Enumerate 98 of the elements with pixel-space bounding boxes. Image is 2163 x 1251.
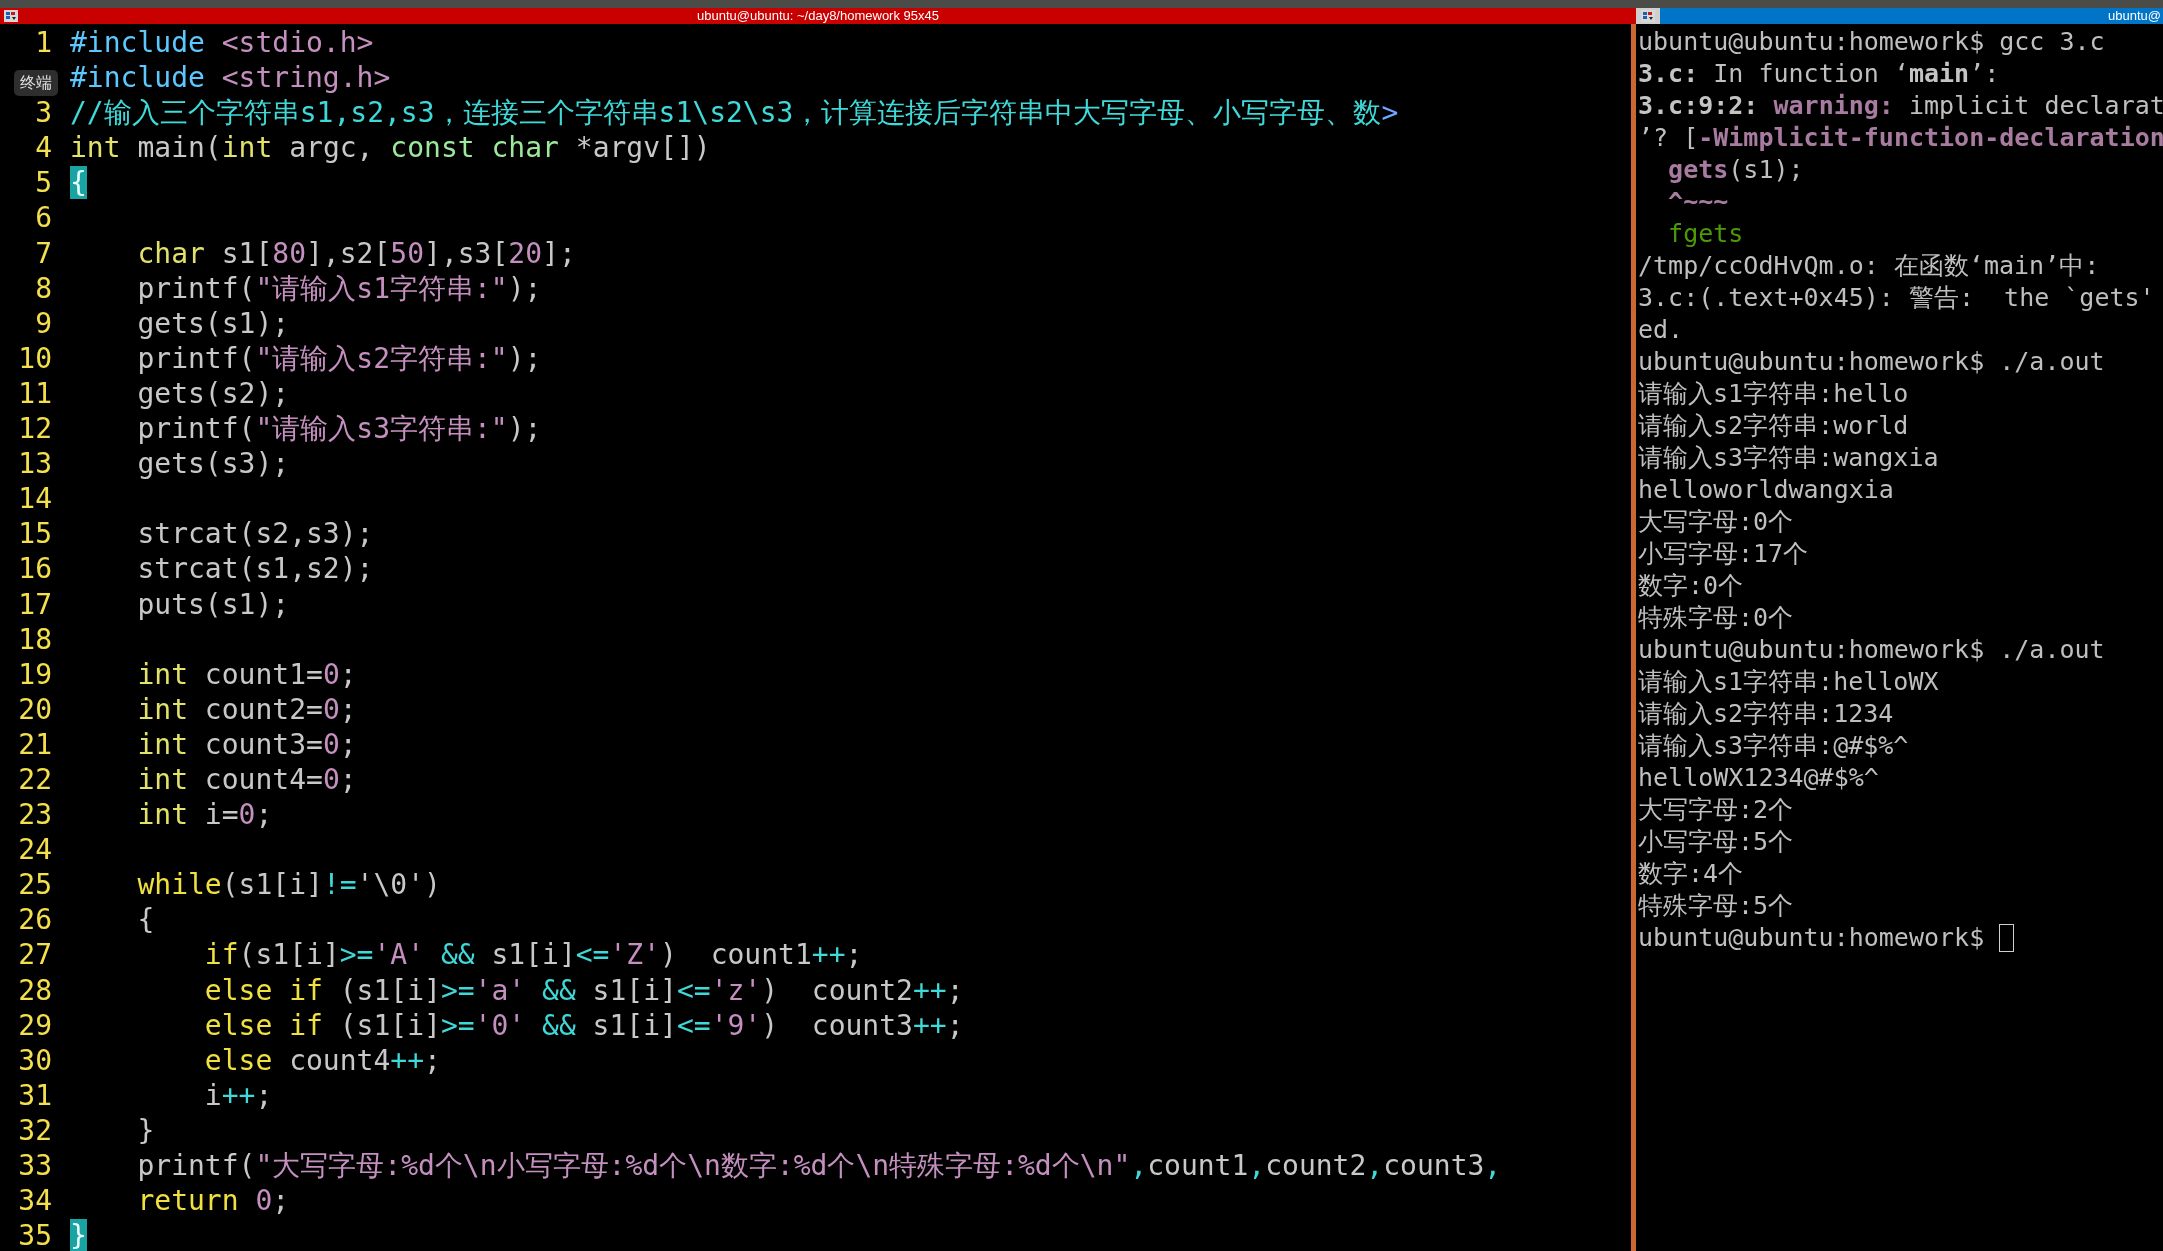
line-number: 30	[17, 1042, 52, 1078]
code-line: gets(s2);	[136, 375, 291, 412]
line-number: 32	[17, 1112, 52, 1148]
terminal-line: 数字:4个	[1638, 858, 1744, 890]
line-number: 20	[17, 691, 52, 727]
terminal-line: ubuntu@ubuntu:homework$	[1638, 922, 1985, 954]
line-number: 35	[17, 1218, 52, 1251]
line-number: 6	[34, 200, 52, 236]
terminal-line: 请输入s3字符串:wangxia	[1638, 442, 1939, 474]
code-line: printf("大写字母:%d个\n小写字母:%d个\n数字:%d个\n特殊字母:%d个\n",count1,count2,count3,	[136, 1148, 1503, 1184]
terminal-line: 3.c:(.text+0x45): 警告: the `gets'	[1638, 282, 2155, 314]
terminal-line: 请输入s1字符串:helloWX	[1638, 666, 1939, 698]
code-line: strcat(s1,s2);	[136, 551, 375, 587]
terminal-line: 小写字母:17个	[1638, 538, 1809, 570]
line-number: 24	[17, 832, 52, 868]
line-number: 26	[17, 902, 52, 938]
window-menu-icon[interactable]	[4, 10, 18, 22]
code-line: else count4++;	[203, 1042, 442, 1078]
line-number: 11	[17, 375, 52, 412]
line-number: 3	[34, 95, 52, 131]
code-line: int main(int argc, const char *argv[])	[70, 130, 712, 166]
code-line: printf("请输入s3字符串:");	[136, 411, 543, 447]
terminal-line: 小写字母:5个	[1638, 826, 1794, 858]
line-number: 4	[34, 130, 52, 166]
code-line: int i=0;	[136, 797, 274, 833]
line-number: 13	[17, 446, 52, 482]
terminal-line: ubuntu@ubuntu:homework$ ./a.out	[1638, 634, 2105, 666]
code-line: //输入三个字符串s1,s2,s3，连接三个字符串s1\s2\s3，计算连接后字符串中大写字母、小写字母、数>	[70, 95, 1400, 131]
terminal-line: helloWX1234@#$%^	[1638, 762, 1879, 794]
terminal-line: 特殊字母:0个	[1638, 602, 1794, 634]
terminal-line: ubuntu@ubuntu:homework$ gcc 3.c	[1638, 26, 2105, 58]
line-number: 22	[17, 761, 52, 798]
line-number: 9	[34, 305, 52, 341]
terminal-line: helloworldwangxia	[1638, 474, 1894, 506]
code-line: #include <stdio.h>	[70, 25, 375, 61]
code-line: char s1[80],s2[50],s3[20];	[136, 235, 577, 271]
code-line: if(s1[i]>='A' && s1[i]<='Z') count1++;	[203, 937, 864, 973]
window-menu-icon[interactable]	[1641, 10, 1655, 22]
terminal-line: gets(s1);	[1667, 154, 1804, 186]
line-number: 8	[34, 270, 52, 306]
terminal-line: /tmp/ccOdHvQm.o: 在函数‘main’中:	[1638, 250, 2100, 282]
line-number: 16	[17, 551, 52, 587]
code-line: printf("请输入s2字符串:");	[136, 340, 543, 376]
code-line: int count4=0;	[136, 761, 358, 798]
code-line: while(s1[i]!='\0')	[136, 867, 442, 903]
code-line: }	[70, 1218, 1619, 1251]
terminal-line: ^~~~	[1667, 186, 1729, 218]
code-line: gets(s3);	[136, 446, 291, 482]
line-number: 27	[17, 937, 52, 973]
line-number: 18	[17, 621, 52, 657]
line-number: 28	[17, 972, 52, 1008]
terminal-line: 大写字母:0个	[1638, 506, 1794, 538]
code-line: }	[136, 1112, 156, 1148]
code-line: {	[136, 902, 156, 938]
line-number: 15	[17, 516, 52, 552]
terminal-line: 请输入s1字符串:hello	[1638, 378, 1909, 410]
line-number: 1	[34, 25, 52, 61]
tooltip: 终端	[14, 70, 58, 96]
terminal-line: 请输入s2字符串:1234	[1638, 698, 1894, 730]
terminal-line: 大写字母:2个	[1638, 794, 1794, 826]
code-line: int count2=0;	[136, 691, 358, 727]
code-line: return 0;	[136, 1183, 291, 1219]
code-line: printf("请输入s1字符串:");	[136, 270, 543, 306]
terminal-line: 请输入s2字符串:world	[1638, 410, 1909, 442]
code-line: int count3=0;	[136, 726, 358, 762]
line-number: 5	[34, 165, 52, 201]
line-number: 14	[17, 481, 52, 517]
terminal-line: 3.c: In function ‘main’:	[1638, 58, 2000, 90]
terminal-line: ed.	[1638, 314, 1684, 346]
line-number: 19	[17, 656, 52, 692]
code-line: puts(s1);	[136, 586, 291, 622]
window-title: ubuntu@	[2108, 8, 2162, 24]
terminal-line: 特殊字母:5个	[1638, 890, 1794, 922]
terminal-line: ubuntu@ubuntu:homework$ ./a.out	[1638, 346, 2105, 378]
code-line: strcat(s2,s3);	[136, 516, 375, 552]
terminal-line: 数字:0个	[1638, 570, 1744, 602]
code-line: i++;	[203, 1077, 274, 1113]
code-line: else if (s1[i]>='0' && s1[i]<='9') count3++;	[203, 1007, 965, 1043]
line-number: 23	[17, 797, 52, 833]
line-number: 10	[17, 340, 52, 376]
line-number: 12	[17, 411, 52, 447]
code-line: gets(s1);	[136, 305, 291, 341]
line-number: 34	[17, 1183, 52, 1219]
code-line: else if (s1[i]>='a' && s1[i]<='z') count2++;	[203, 972, 965, 1008]
terminal-line: ’? [-Wimplicit-function-declaration	[1638, 122, 2163, 154]
terminal-line: fgets	[1667, 218, 1744, 250]
terminal-line: 请输入s3字符串:@#$%^	[1638, 730, 1909, 762]
line-number: 31	[17, 1077, 52, 1113]
line-number: 25	[17, 867, 52, 903]
code-line: #include <string.h>	[70, 60, 392, 96]
line-number: 7	[34, 235, 52, 271]
line-number: 17	[17, 586, 52, 622]
line-number: 29	[17, 1007, 52, 1043]
line-number: 21	[17, 726, 52, 762]
code-line: int count1=0;	[136, 656, 358, 692]
line-number: 33	[17, 1148, 52, 1184]
terminal-line: 3.c:9:2: warning: implicit declarat	[1638, 90, 2163, 122]
window-title: ubuntu@ubuntu: ~/day8/homework 95x45	[697, 8, 939, 24]
